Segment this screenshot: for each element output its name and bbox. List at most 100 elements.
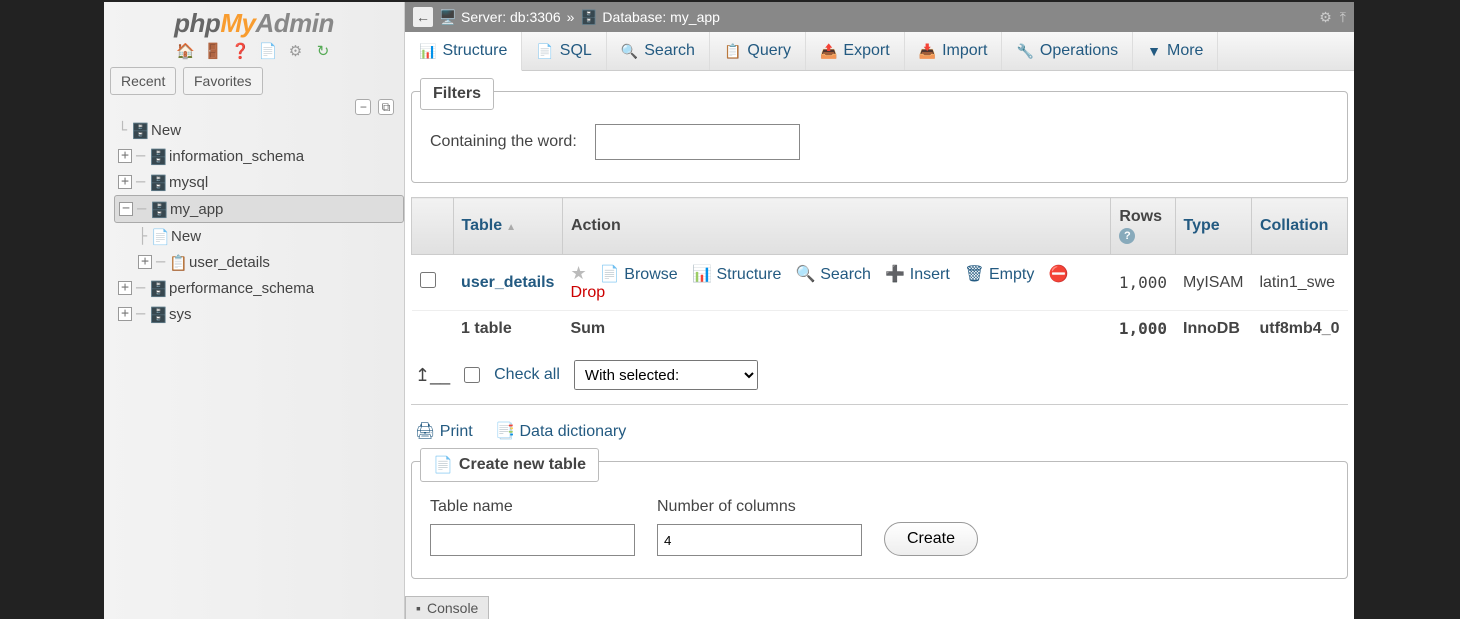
containing-word-input[interactable] — [595, 124, 800, 160]
action-insert[interactable]: ➕ Insert — [885, 266, 949, 283]
database-tree: └ 🗄️ New + ─ 🗄️ information_schema + ─ 🗄… — [104, 117, 404, 223]
create-table-box: 📄 Create new table Table name Number of … — [411, 461, 1348, 579]
logout-icon[interactable]: 🚪 — [204, 43, 222, 61]
expand-icon[interactable]: + — [138, 255, 152, 269]
breadcrumb-server[interactable]: Server: db:3306 — [461, 9, 561, 25]
tree-new-table[interactable]: ├ 📄 New — [138, 223, 404, 249]
star-icon[interactable]: ★ — [570, 263, 586, 283]
table-icon: 📋 — [169, 254, 185, 270]
filters-legend: Filters — [420, 78, 494, 110]
table-name-input[interactable] — [430, 524, 635, 556]
create-table-legend: 📄 Create new table — [420, 448, 599, 482]
table-name-link[interactable]: user_details — [461, 274, 554, 291]
tab-more[interactable]: ▼ More — [1133, 32, 1218, 70]
containing-word-label: Containing the word: — [430, 133, 577, 151]
tab-export[interactable]: 📤 Export — [806, 32, 905, 70]
table-name-label: Table name — [430, 498, 635, 516]
expand-icon[interactable]: + — [118, 149, 132, 163]
database-icon: 🗄️ — [149, 306, 165, 322]
back-button[interactable]: ← — [413, 7, 433, 27]
expand-icon[interactable]: + — [118, 281, 132, 295]
collapse-top-icon[interactable]: ⤒ — [1340, 9, 1346, 26]
phpmyadmin-logo[interactable]: phpMyAdmin — [104, 2, 404, 41]
docs-icon[interactable]: ❓ — [231, 43, 249, 61]
row-type: MyISAM — [1175, 255, 1251, 311]
col-collation[interactable]: Collation — [1251, 198, 1347, 255]
row-collation: latin1_swe — [1251, 255, 1347, 311]
database-icon: 🗄️ — [149, 148, 165, 164]
new-db-icon: 🗄️ — [131, 122, 147, 138]
recent-tab[interactable]: Recent — [110, 67, 176, 95]
check-all-row: ↥__ Check all With selected: — [411, 346, 1348, 405]
col-rows: Rows ? — [1111, 198, 1175, 255]
main-area: ← 🖥️ Server: db:3306 » 🗄️ Database: my_a… — [405, 2, 1354, 619]
check-all-checkbox[interactable] — [464, 367, 480, 383]
col-table[interactable]: Table▲ — [453, 198, 562, 255]
database-icon: 🗄️ — [150, 201, 166, 217]
page-settings-icon[interactable]: ⚙ — [1319, 9, 1332, 26]
tab-sql[interactable]: 📄 SQL — [522, 32, 606, 70]
row-checkbox[interactable] — [420, 272, 436, 288]
expand-icon[interactable]: + — [118, 175, 132, 189]
with-selected-select[interactable]: With selected: — [574, 360, 758, 390]
import-icon: 📥 — [919, 43, 936, 60]
tab-operations[interactable]: 🔧 Operations — [1002, 32, 1133, 70]
tab-search[interactable]: 🔍 Search — [607, 32, 710, 70]
action-structure[interactable]: 📊 Structure — [692, 266, 781, 283]
breadcrumb-database[interactable]: Database: my_app — [602, 9, 720, 25]
tree-table-user-details[interactable]: + ─ 📋 user_details — [138, 249, 404, 275]
action-empty[interactable]: 🗑 Empty — [964, 266, 1034, 283]
data-dictionary-link[interactable]: 📑 Data dictionary — [495, 423, 626, 440]
tree-new-database[interactable]: └ 🗄️ New — [114, 117, 404, 143]
home-icon[interactable]: 🏠 — [176, 43, 194, 61]
console-tab[interactable]: ▪ Console — [405, 596, 489, 619]
server-icon: 🖥️ — [439, 9, 455, 25]
tree-item-mysql[interactable]: + ─ 🗄️ mysql — [114, 169, 404, 195]
tree-item-performance-schema[interactable]: + ─ 🗄️ performance_schema — [114, 275, 404, 301]
tree-item-sys[interactable]: + ─ 🗄️ sys — [114, 301, 404, 327]
tab-structure[interactable]: 📊 Structure — [405, 32, 522, 71]
check-all-link[interactable]: Check all — [494, 366, 560, 384]
sql-icon: 📄 — [536, 43, 553, 60]
tables-list: Table▲ Action Rows ? Type Collation — [411, 197, 1348, 346]
arrow-up-icon: ↥__ — [415, 365, 450, 386]
console-icon: ▪ — [416, 600, 421, 616]
new-table-icon: 📄 — [151, 228, 167, 244]
action-search[interactable]: 🔍 Search — [796, 266, 871, 283]
main-tabs: 📊 Structure 📄 SQL 🔍 Search 📋 Query 📤 Exp… — [405, 32, 1354, 71]
tree-item-my-app[interactable]: − ─ 🗄️ my_app — [114, 195, 404, 223]
num-columns-input[interactable] — [657, 524, 862, 556]
favorites-tab[interactable]: Favorites — [183, 67, 263, 95]
settings-icon[interactable]: ⚙ — [286, 43, 304, 61]
quick-icons: 🏠 🚪 ❓ 📄 ⚙ ↻ — [104, 41, 404, 67]
database-icon: 🗄️ — [580, 9, 596, 25]
col-action: Action — [562, 198, 1110, 255]
collapse-all-icon[interactable]: − — [355, 99, 371, 115]
sql-icon[interactable]: 📄 — [259, 43, 277, 61]
query-icon: 📋 — [724, 43, 741, 60]
reload-icon[interactable]: ↻ — [314, 43, 332, 61]
export-icon: 📤 — [820, 43, 837, 60]
tree-item-information-schema[interactable]: + ─ 🗄️ information_schema — [114, 143, 404, 169]
rows-help-icon[interactable]: ? — [1119, 228, 1135, 244]
link-icon[interactable]: ⧉ — [378, 99, 394, 115]
database-icon: 🗄️ — [149, 280, 165, 296]
tab-import[interactable]: 📥 Import — [905, 32, 1003, 70]
col-type[interactable]: Type — [1175, 198, 1251, 255]
navigation-panel: phpMyAdmin 🏠 🚪 ❓ 📄 ⚙ ↻ Recent Favorites … — [104, 2, 405, 619]
summary-row: 1 table Sum 1,000 InnoDB utf8mb4_0 — [412, 311, 1348, 347]
expand-icon[interactable]: + — [118, 307, 132, 321]
search-icon: 🔍 — [621, 43, 638, 60]
row-count: 1,000 — [1111, 255, 1175, 311]
tab-query[interactable]: 📋 Query — [710, 32, 806, 70]
operations-icon: 🔧 — [1016, 43, 1033, 60]
filters-box: Filters Containing the word: — [411, 91, 1348, 183]
collapse-icon[interactable]: − — [119, 202, 133, 216]
database-icon: 🗄️ — [149, 174, 165, 190]
action-browse[interactable]: 📄 Browse — [600, 266, 678, 283]
print-link[interactable]: 🖨 Print — [415, 423, 473, 440]
create-button[interactable]: Create — [884, 522, 978, 556]
breadcrumb-bar: ← 🖥️ Server: db:3306 » 🗄️ Database: my_a… — [405, 2, 1354, 32]
structure-icon: 📊 — [419, 43, 436, 60]
more-icon: ▼ — [1147, 43, 1161, 59]
